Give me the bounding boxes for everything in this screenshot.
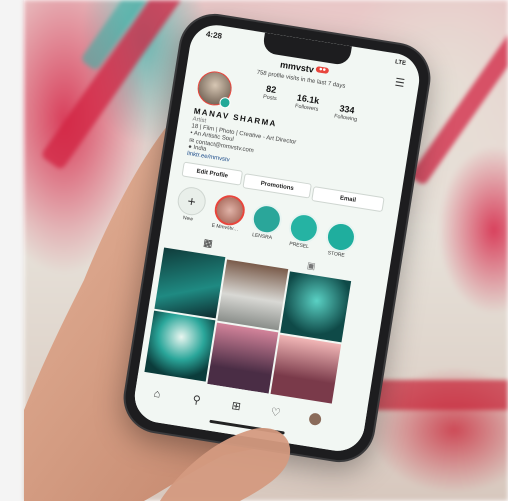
highlight-label-preset: PRESEL: [288, 241, 310, 251]
app-title: mmvstv: [279, 59, 315, 75]
highlight-label-new: New: [182, 215, 194, 223]
menu-icon[interactable]: ☰: [394, 76, 406, 90]
highlight-label-store: STORE: [327, 250, 346, 259]
notification-badge[interactable]: ●●: [315, 66, 330, 75]
status-signal: LTE: [394, 59, 407, 67]
highlight-mmvstv[interactable]: [212, 193, 247, 228]
photo-scene: 4:28 LTE mmvstv ●● ☰ 758 profile visits …: [0, 0, 508, 501]
highlight-preset[interactable]: [286, 210, 322, 246]
email-button[interactable]: Email: [311, 186, 385, 213]
highlight-store[interactable]: [323, 219, 359, 255]
post-tile[interactable]: [154, 247, 226, 319]
tagged-icon[interactable]: ▣: [306, 260, 316, 272]
highlight-label-lensra: LENSRA: [251, 232, 273, 242]
add-story-icon[interactable]: [218, 96, 232, 109]
photo-border: [0, 0, 24, 501]
bio-link[interactable]: linktr.ee/mmvstv: [187, 151, 230, 164]
status-time: 4:28: [205, 29, 223, 41]
promotions-button[interactable]: Promotions: [242, 173, 312, 199]
highlight-lensra[interactable]: [249, 202, 284, 237]
highlight-label-mmvstv: E Mmvstv…: [211, 222, 239, 233]
grid-view-icon[interactable]: ▦: [202, 238, 213, 250]
thumb-and-fingers: [160, 428, 291, 501]
new-highlight-button[interactable]: +: [175, 185, 208, 218]
edit-profile-button[interactable]: Edit Profile: [181, 161, 244, 186]
